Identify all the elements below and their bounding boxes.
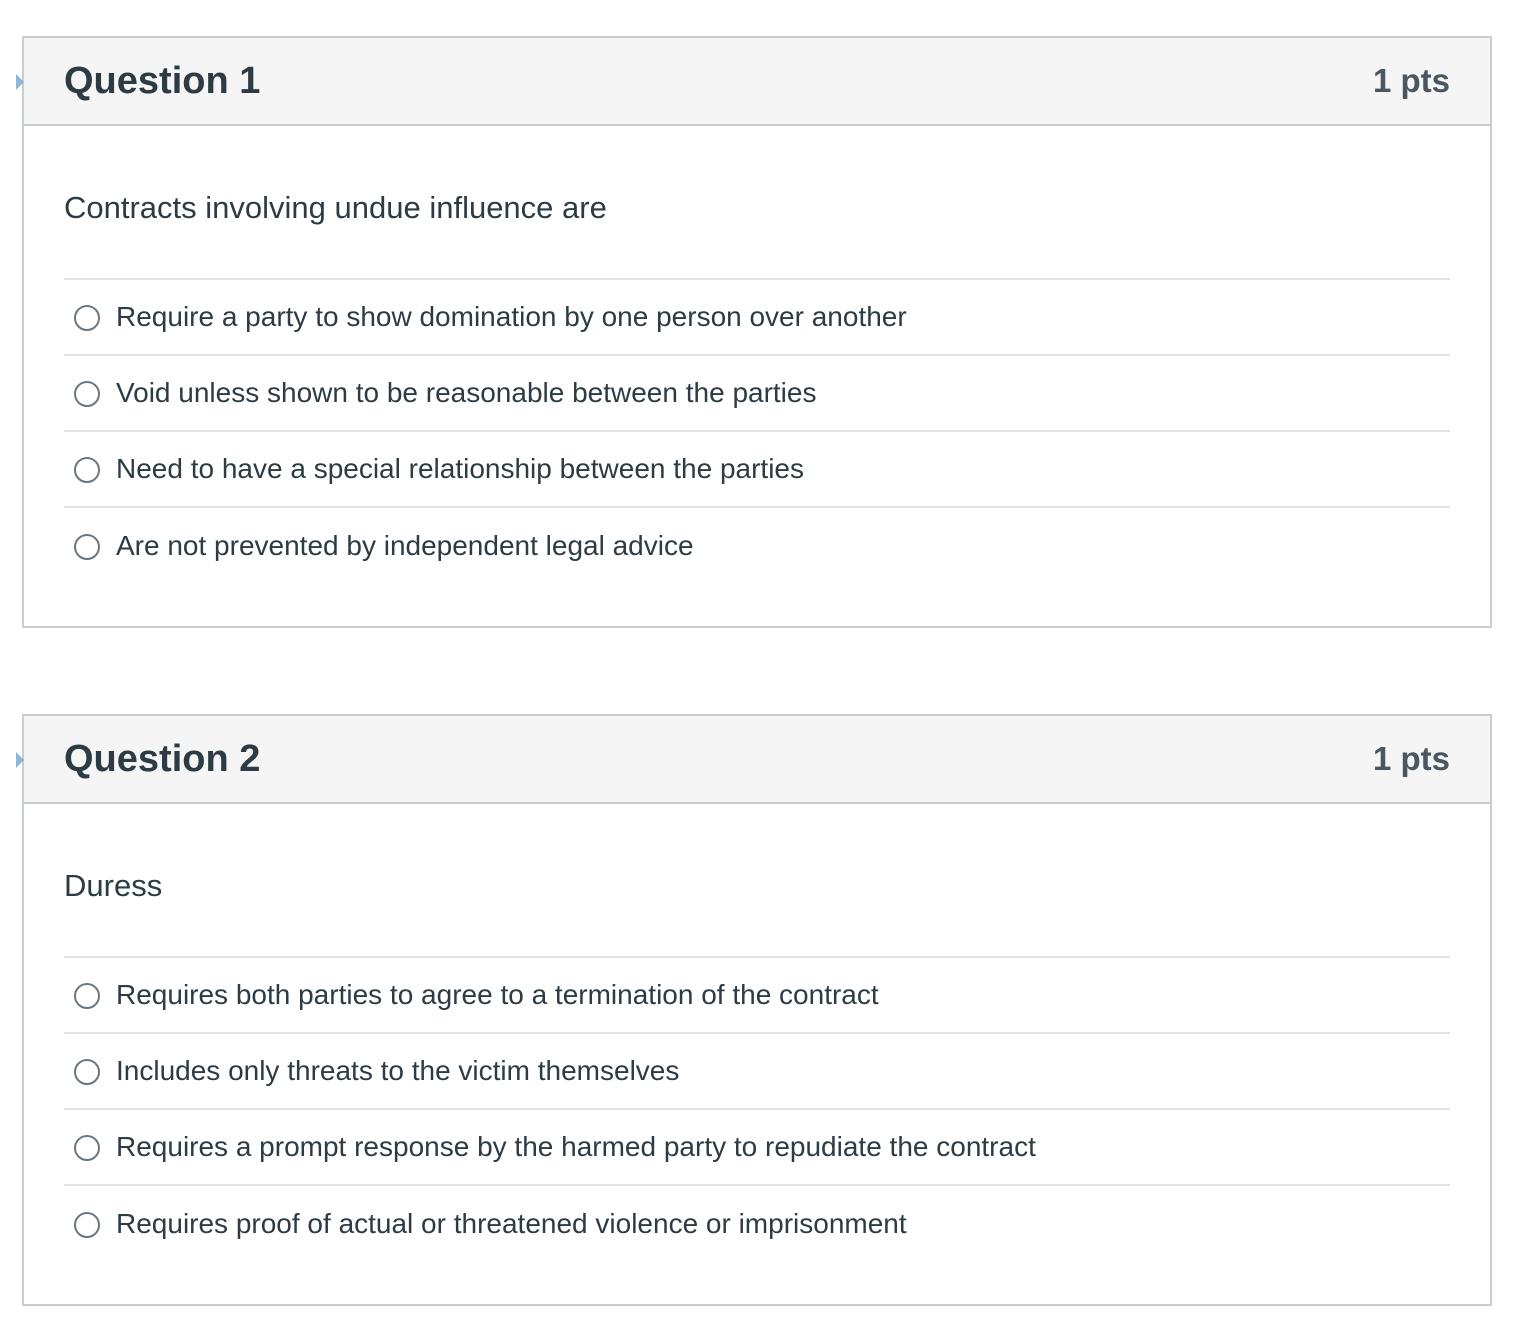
answer-option[interactable]: Requires both parties to agree to a term… — [64, 958, 1450, 1034]
question-text: Duress — [64, 804, 1450, 958]
radio-button[interactable] — [74, 983, 100, 1009]
answer-option[interactable]: Require a party to show domination by on… — [64, 280, 1450, 356]
question-card-2: Question 2 1 pts Duress Requires both pa… — [16, 714, 1492, 1306]
answer-option[interactable]: Void unless shown to be reasonable betwe… — [64, 356, 1450, 432]
answer-label[interactable]: Void unless shown to be reasonable betwe… — [116, 377, 816, 409]
answer-label[interactable]: Includes only threats to the victim them… — [116, 1055, 679, 1087]
answer-label[interactable]: Requires proof of actual or threatened v… — [116, 1208, 907, 1240]
radio-button[interactable] — [74, 1135, 100, 1161]
question-body: Contracts involving undue influence are … — [24, 126, 1490, 584]
answer-label[interactable]: Requires a prompt response by the harmed… — [116, 1131, 1036, 1163]
radio-button[interactable] — [74, 534, 100, 560]
question-points: 1 pts — [1372, 62, 1450, 99]
quiz-page: Question 1 1 pts Contracts involving und… — [0, 0, 1530, 1338]
question-card-1: Question 1 1 pts Contracts involving und… — [16, 36, 1492, 628]
answer-option[interactable]: Need to have a special relationship betw… — [64, 432, 1450, 508]
question-points: 1 pts — [1372, 740, 1450, 777]
answer-label[interactable]: Are not prevented by independent legal a… — [116, 530, 694, 562]
question-header: Question 2 1 pts — [24, 716, 1490, 804]
question-header: Question 1 1 pts — [24, 38, 1490, 126]
answer-label[interactable]: Need to have a special relationship betw… — [116, 453, 804, 485]
radio-button[interactable] — [74, 305, 100, 331]
question-text: Contracts involving undue influence are — [64, 126, 1450, 280]
answer-list: Require a party to show domination by on… — [64, 280, 1450, 584]
answer-label[interactable]: Require a party to show domination by on… — [116, 301, 907, 333]
answer-list: Requires both parties to agree to a term… — [64, 958, 1450, 1262]
answer-option[interactable]: Are not prevented by independent legal a… — [64, 508, 1450, 584]
answer-option[interactable]: Requires a prompt response by the harmed… — [64, 1110, 1450, 1186]
question-title: Question 2 — [64, 737, 261, 780]
question-marker-icon — [16, 74, 24, 90]
radio-button[interactable] — [74, 457, 100, 483]
radio-button[interactable] — [74, 1212, 100, 1238]
radio-button[interactable] — [74, 381, 100, 407]
answer-label[interactable]: Requires both parties to agree to a term… — [116, 979, 879, 1011]
question-title: Question 1 — [64, 59, 261, 102]
question-marker-icon — [16, 752, 24, 768]
answer-option[interactable]: Requires proof of actual or threatened v… — [64, 1186, 1450, 1262]
question-body: Duress Requires both parties to agree to… — [24, 804, 1490, 1262]
radio-button[interactable] — [74, 1059, 100, 1085]
answer-option[interactable]: Includes only threats to the victim them… — [64, 1034, 1450, 1110]
